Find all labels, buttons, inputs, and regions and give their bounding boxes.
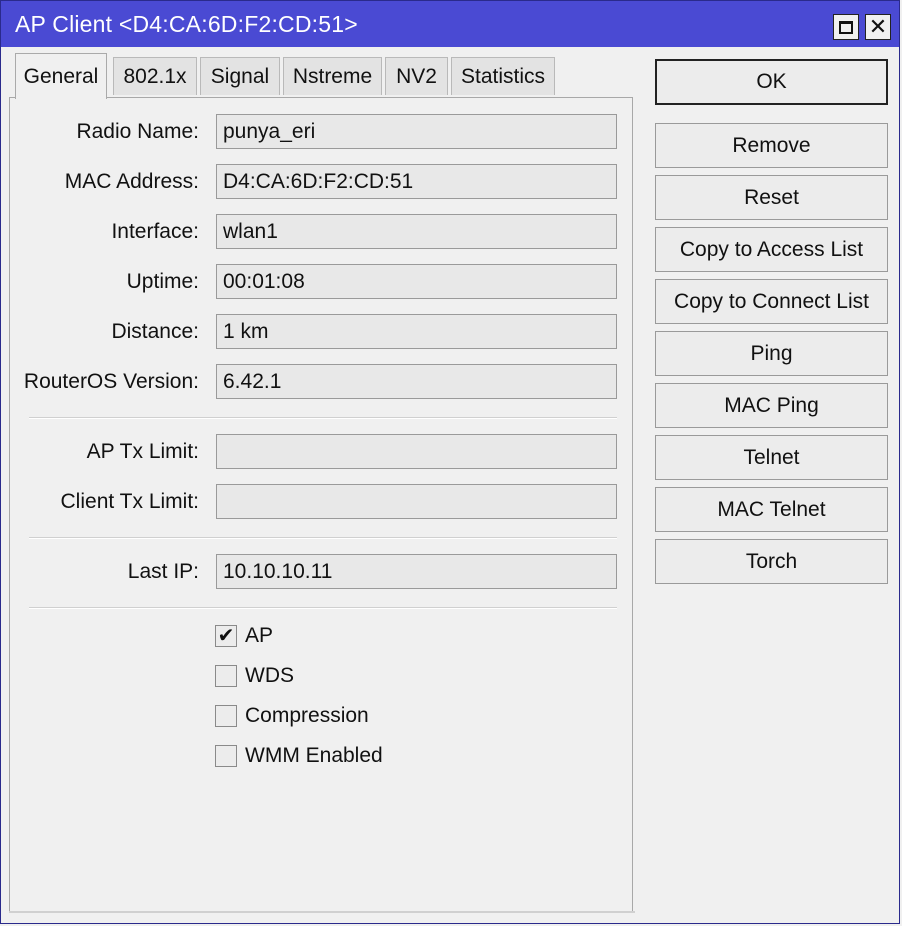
window-title: AP Client <D4:CA:6D:F2:CD:51> bbox=[15, 10, 358, 37]
copy-to-connect-list-button[interactable]: Copy to Connect List bbox=[655, 279, 888, 324]
routeros-version-field[interactable]: 6.42.1 bbox=[216, 364, 617, 399]
compression-checkbox[interactable] bbox=[215, 705, 237, 727]
wds-checkbox-row[interactable]: WDS bbox=[215, 664, 294, 688]
ok-button[interactable]: OK bbox=[655, 59, 888, 105]
uptime-label: Uptime: bbox=[126, 270, 199, 293]
mac-telnet-button[interactable]: MAC Telnet bbox=[655, 487, 888, 532]
ap-tx-limit-label: AP Tx Limit: bbox=[86, 440, 199, 463]
maximize-icon bbox=[839, 20, 853, 34]
panel-shadow bbox=[9, 911, 635, 913]
radio-name-field[interactable]: punya_eri bbox=[216, 114, 617, 149]
ap-checkbox-row[interactable]: ✔ AP bbox=[215, 624, 273, 648]
client-tx-limit-field[interactable] bbox=[216, 484, 617, 519]
routeros-version-label: RouterOS Version: bbox=[23, 370, 199, 393]
wds-checkbox[interactable] bbox=[215, 665, 237, 687]
maximize-button[interactable] bbox=[833, 14, 859, 40]
interface-label: Interface: bbox=[111, 220, 199, 243]
separator bbox=[29, 607, 617, 609]
interface-field[interactable]: wlan1 bbox=[216, 214, 617, 249]
wmm-enabled-checkbox[interactable] bbox=[215, 745, 237, 767]
tab-802-1x[interactable]: 802.1x bbox=[113, 57, 197, 95]
uptime-field[interactable]: 00:01:08 bbox=[216, 264, 617, 299]
distance-label: Distance: bbox=[111, 320, 199, 343]
mac-address-label: MAC Address: bbox=[64, 170, 199, 193]
compression-checkbox-row[interactable]: Compression bbox=[215, 704, 369, 728]
last-ip-label: Last IP: bbox=[127, 560, 199, 583]
distance-field[interactable]: 1 km bbox=[216, 314, 617, 349]
checkmark-icon: ✔ bbox=[217, 625, 235, 647]
mac-address-field[interactable]: D4:CA:6D:F2:CD:51 bbox=[216, 164, 617, 199]
remove-button[interactable]: Remove bbox=[655, 123, 888, 168]
ap-client-window: AP Client <D4:CA:6D:F2:CD:51> ✕ General … bbox=[0, 0, 900, 924]
compression-checkbox-label: Compression bbox=[245, 704, 369, 727]
ap-checkbox[interactable]: ✔ bbox=[215, 625, 237, 647]
wmm-enabled-checkbox-row[interactable]: WMM Enabled bbox=[215, 744, 383, 768]
tab-general[interactable]: General bbox=[15, 53, 107, 99]
tab-nv2[interactable]: NV2 bbox=[385, 57, 448, 95]
tab-nstreme[interactable]: Nstreme bbox=[283, 57, 382, 95]
close-button[interactable]: ✕ bbox=[865, 14, 891, 40]
ping-button[interactable]: Ping bbox=[655, 331, 888, 376]
mac-ping-button[interactable]: MAC Ping bbox=[655, 383, 888, 428]
wmm-enabled-checkbox-label: WMM Enabled bbox=[245, 744, 383, 767]
separator bbox=[29, 417, 617, 419]
tab-statistics[interactable]: Statistics bbox=[451, 57, 555, 95]
close-icon: ✕ bbox=[868, 14, 888, 39]
telnet-button[interactable]: Telnet bbox=[655, 435, 888, 480]
wds-checkbox-label: WDS bbox=[245, 664, 294, 687]
torch-button[interactable]: Torch bbox=[655, 539, 888, 584]
last-ip-field[interactable]: 10.10.10.11 bbox=[216, 554, 617, 589]
client-tx-limit-label: Client Tx Limit: bbox=[60, 490, 199, 513]
tab-signal[interactable]: Signal bbox=[200, 57, 280, 95]
ap-tx-limit-field[interactable] bbox=[216, 434, 617, 469]
reset-button[interactable]: Reset bbox=[655, 175, 888, 220]
separator bbox=[29, 537, 617, 539]
radio-name-label: Radio Name: bbox=[76, 120, 199, 143]
copy-to-access-list-button[interactable]: Copy to Access List bbox=[655, 227, 888, 272]
title-bar[interactable]: AP Client <D4:CA:6D:F2:CD:51> ✕ bbox=[1, 1, 899, 47]
ap-checkbox-label: AP bbox=[245, 624, 274, 647]
